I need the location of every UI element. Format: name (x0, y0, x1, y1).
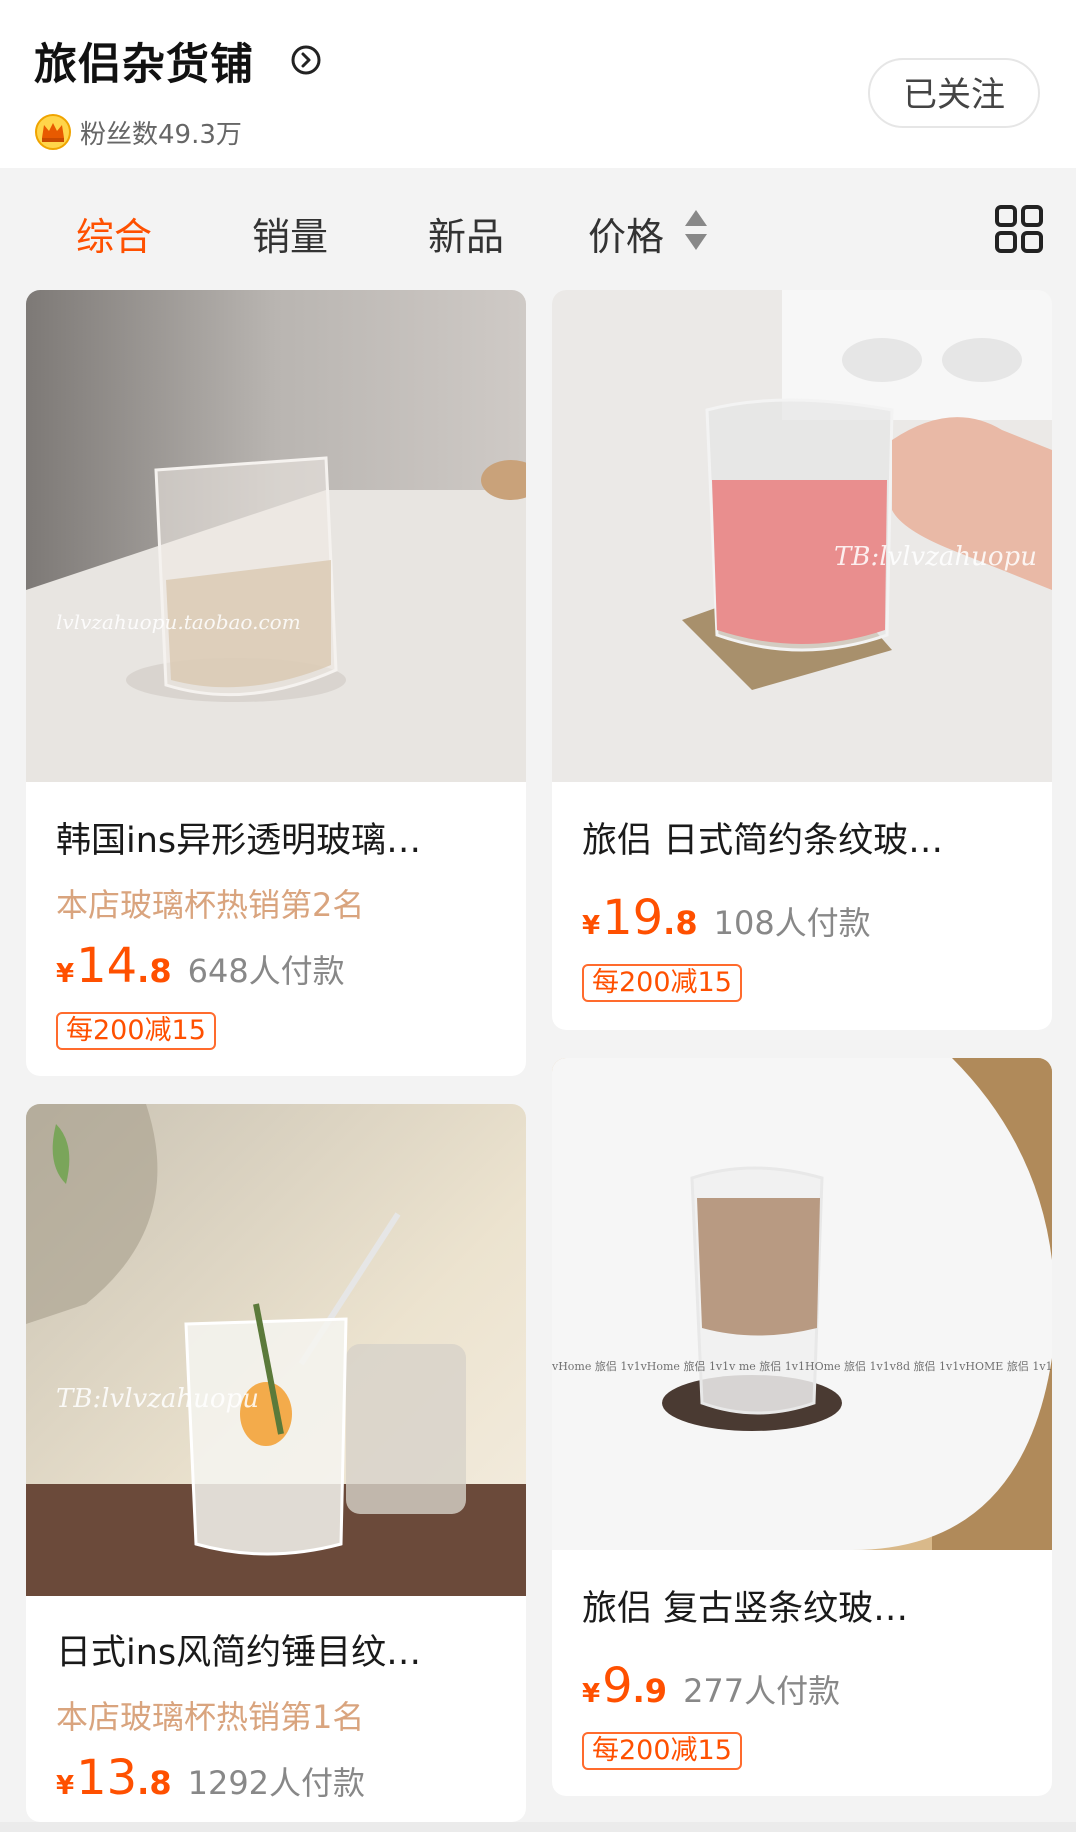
image-watermark: TB:lvlvzahuopu (834, 542, 1037, 572)
price-decimal: .8 (137, 1764, 172, 1802)
fans-count: 粉丝数49.3万 (80, 119, 242, 150)
price-decimal: .8 (663, 904, 698, 942)
price-integer: 13 (76, 1750, 138, 1806)
sort-tab-comprehensive[interactable]: 综合 (76, 206, 152, 261)
image-watermark: vHome 旅侣 1v1vHome 旅侣 1v1v me 旅侣 1v1HOme … (552, 1360, 1052, 1373)
product-card[interactable]: vHome 旅侣 1v1vHome 旅侣 1v1v me 旅侣 1v1HOme … (552, 1058, 1052, 1796)
store-name[interactable]: 旅侣杂货铺 (34, 30, 254, 92)
sales-count: 1292人付款 (187, 1764, 366, 1802)
product-card[interactable]: TB:lvlvzahuopu 日式ins风简约锤目纹… 本店玻璃杯热销第1名 ¥… (26, 1104, 526, 1822)
product-image[interactable]: lvlvzahuopu.taobao.com (26, 290, 526, 782)
price-decimal: .8 (137, 952, 172, 990)
promo-badge: 每200减15 (56, 1012, 216, 1050)
price-row: ¥ 13 .8 1292人付款 (56, 1750, 365, 1806)
promo-badge: 每200减15 (582, 1732, 742, 1770)
chevron-circle-right-icon[interactable] (290, 44, 322, 76)
product-image[interactable]: vHome 旅侣 1v1vHome 旅侣 1v1v me 旅侣 1v1HOme … (552, 1058, 1052, 1550)
currency-symbol: ¥ (56, 1771, 75, 1801)
price-row: ¥ 19 .8 108人付款 (582, 890, 871, 946)
sort-tab-new[interactable]: 新品 (428, 206, 504, 261)
shop-rank: 本店玻璃杯热销第1名 (56, 1698, 365, 1736)
sales-count: 108人付款 (713, 904, 871, 942)
currency-symbol: ¥ (582, 1679, 601, 1709)
price-row: ¥ 9 .9 277人付款 (582, 1658, 840, 1714)
product-title[interactable]: 旅侣 日式简约条纹玻… (582, 812, 1022, 863)
product-card[interactable]: lvlvzahuopu.taobao.com 韩国ins异形透明玻璃… 本店玻璃… (26, 290, 526, 1076)
image-watermark: lvlvzahuopu.taobao.com (56, 610, 301, 634)
price-integer: 19 (602, 890, 664, 946)
price-decimal: .9 (632, 1672, 668, 1710)
shop-rank: 本店玻璃杯热销第2名 (56, 886, 365, 924)
product-title[interactable]: 韩国ins异形透明玻璃… (56, 812, 496, 863)
store-header: 旅侣杂货铺 粉丝数49.3万 已关注 (0, 0, 1076, 168)
product-title[interactable]: 旅侣 复古竖条纹玻… (582, 1580, 1022, 1631)
sort-tab-price[interactable]: 价格 (588, 206, 664, 261)
sort-bar: 综合 销量 新品 价格 (0, 190, 1076, 270)
sort-arrows-icon[interactable] (683, 208, 709, 252)
product-image[interactable]: TB:lvlvzahuopu (26, 1104, 526, 1596)
sales-count: 277人付款 (683, 1672, 841, 1710)
price-integer: 9 (602, 1658, 633, 1714)
price-integer: 14 (76, 938, 138, 994)
product-image[interactable]: TB:lvlvzahuopu (552, 290, 1052, 782)
sales-count: 648人付款 (187, 952, 345, 990)
bottom-edge (0, 1822, 1076, 1832)
product-card[interactable]: TB:lvlvzahuopu 旅侣 日式简约条纹玻… ¥ 19 .8 108人付… (552, 290, 1052, 1030)
product-title[interactable]: 日式ins风简约锤目纹… (56, 1624, 496, 1675)
follow-button[interactable]: 已关注 (868, 58, 1040, 128)
currency-symbol: ¥ (582, 911, 601, 941)
grid-view-icon[interactable] (994, 204, 1044, 254)
promo-badge: 每200减15 (582, 964, 742, 1002)
price-row: ¥ 14 .8 648人付款 (56, 938, 345, 994)
image-watermark: TB:lvlvzahuopu (56, 1384, 259, 1414)
crown-icon (35, 114, 71, 150)
currency-symbol: ¥ (56, 959, 75, 989)
sort-tab-sales[interactable]: 销量 (252, 206, 328, 261)
fans-row: 粉丝数49.3万 (34, 112, 242, 152)
